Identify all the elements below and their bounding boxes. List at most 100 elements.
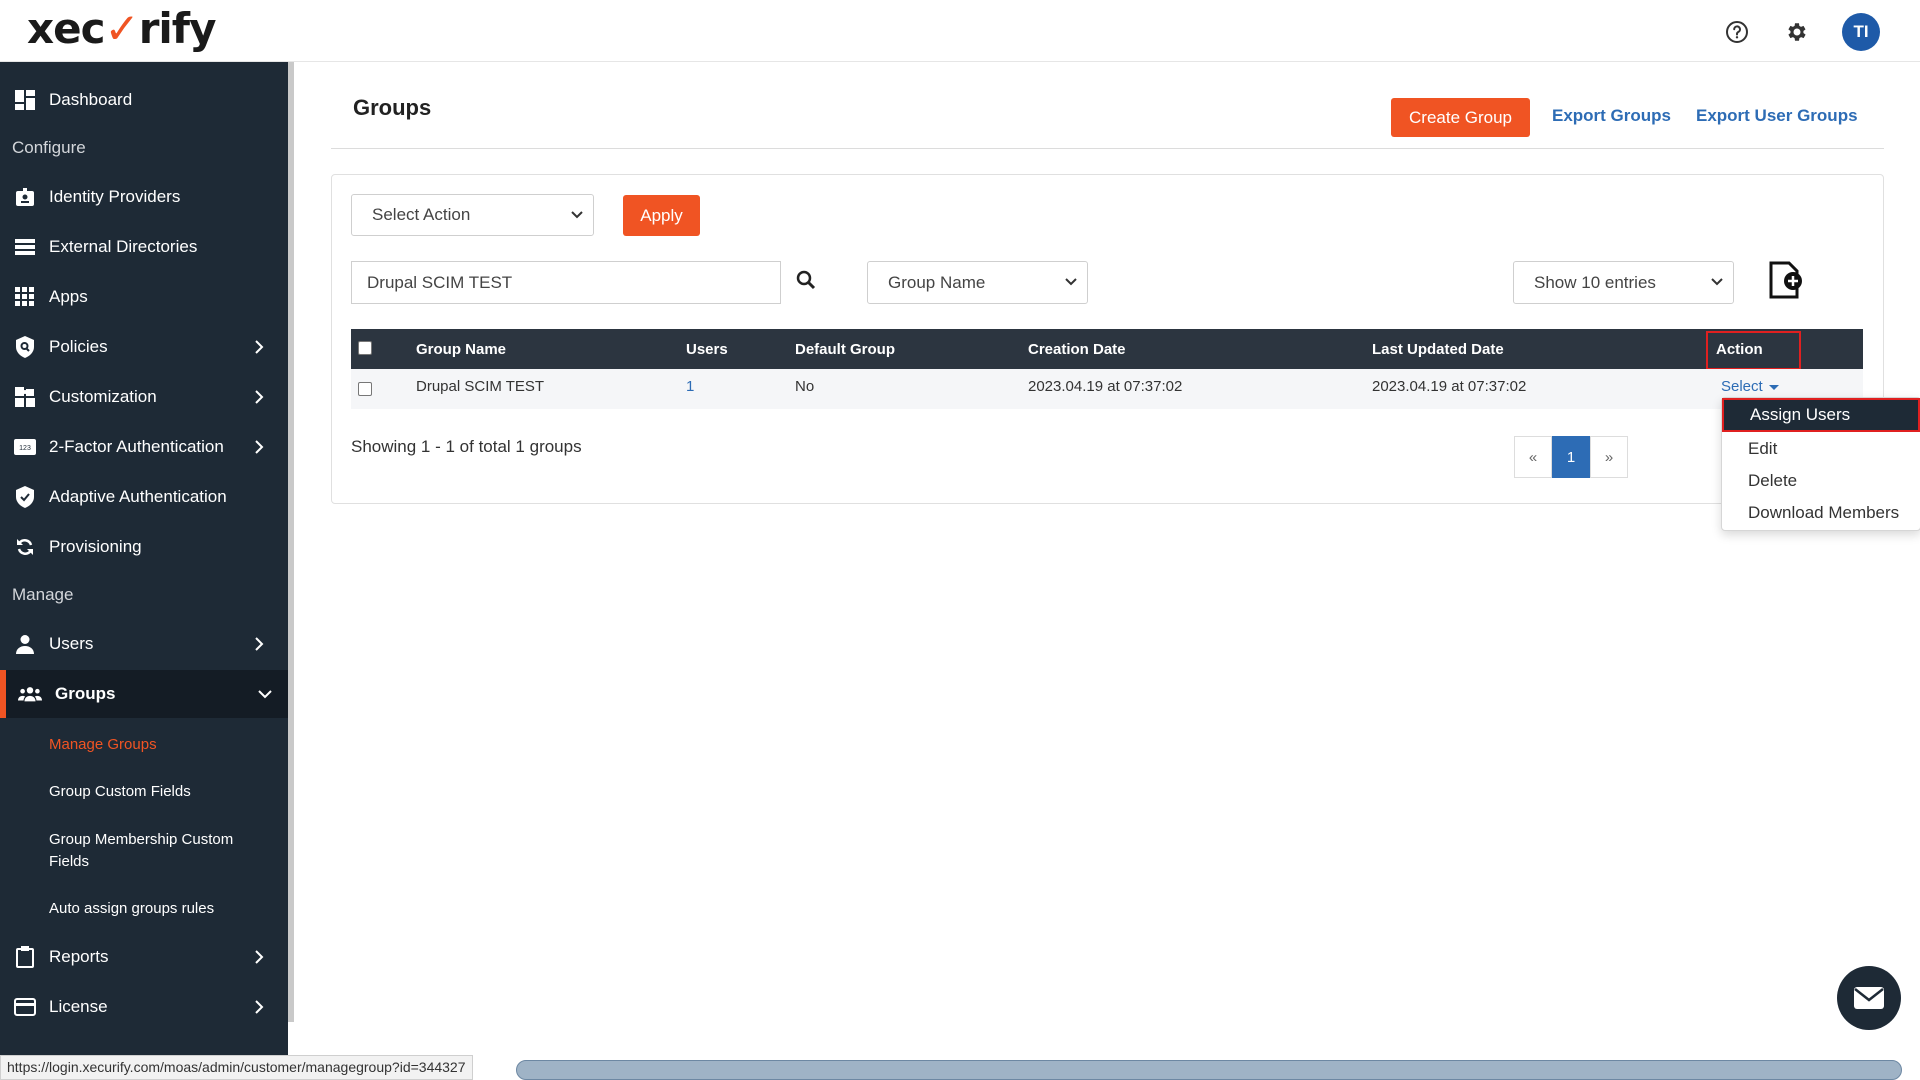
cell-users-link[interactable]: 1 bbox=[686, 378, 694, 395]
dashboard-icon bbox=[13, 88, 37, 112]
cell-default-group: No bbox=[795, 378, 815, 395]
table-row: Drupal SCIM TEST 1 No 2023.04.19 at 07:3… bbox=[351, 369, 1863, 409]
pagination: « 1 » bbox=[1514, 436, 1628, 478]
col-users[interactable]: Users bbox=[686, 341, 728, 358]
main-content: Groups Create Group Export Groups Export… bbox=[294, 62, 1920, 1080]
sync-icon bbox=[13, 535, 37, 559]
sidebar-item-users[interactable]: Users bbox=[0, 620, 288, 668]
sidebar-item-license[interactable]: License bbox=[0, 983, 288, 1031]
action-dropdown-menu: Assign Users Edit Delete Download Member… bbox=[1721, 397, 1920, 531]
chevron-down-icon bbox=[1065, 278, 1077, 286]
cell-group-name: Drupal SCIM TEST bbox=[416, 378, 545, 395]
123-icon: 123 bbox=[13, 435, 37, 459]
sidebar-item-adaptive-auth[interactable]: Adaptive Authentication bbox=[0, 473, 288, 521]
sidebar-item-customization[interactable]: Customization bbox=[0, 373, 288, 421]
col-last-updated-date[interactable]: Last Updated Date bbox=[1372, 341, 1504, 358]
export-user-groups-link[interactable]: Export User Groups bbox=[1696, 106, 1858, 126]
gear-icon[interactable] bbox=[1782, 17, 1812, 47]
sidebar-label: License bbox=[49, 997, 108, 1016]
sidebar-label: Policies bbox=[49, 337, 108, 356]
search-by-value: Group Name bbox=[888, 272, 986, 292]
create-group-button[interactable]: Create Group bbox=[1391, 98, 1530, 137]
sidebar-item-external-directories[interactable]: External Directories bbox=[0, 223, 288, 271]
sidebar-item-reports[interactable]: Reports bbox=[0, 933, 288, 981]
chevron-right-icon bbox=[255, 390, 264, 404]
pagination-next[interactable]: » bbox=[1590, 436, 1628, 478]
sidebar-item-groups[interactable]: Groups bbox=[0, 670, 288, 718]
sidebar-label: Dashboard bbox=[49, 90, 133, 109]
sidebar-item-2fa[interactable]: 123 2-Factor Authentication bbox=[0, 423, 288, 471]
pagination-prev[interactable]: « bbox=[1514, 436, 1552, 478]
row-checkbox[interactable] bbox=[358, 382, 372, 396]
cell-creation-date: 2023.04.19 at 07:37:02 bbox=[1028, 378, 1183, 395]
menu-item-assign-users[interactable]: Assign Users bbox=[1722, 398, 1920, 432]
grid-icon bbox=[13, 285, 37, 309]
chevron-right-icon bbox=[255, 950, 264, 964]
table-header: Group Name Users Default Group Creation … bbox=[351, 329, 1863, 369]
envelope-icon bbox=[1854, 987, 1884, 1009]
menu-item-delete[interactable]: Delete bbox=[1748, 471, 1797, 491]
cell-last-updated-date: 2023.04.19 at 07:37:02 bbox=[1372, 378, 1527, 395]
bulk-action-select[interactable]: Select Action bbox=[351, 194, 594, 236]
search-by-select[interactable]: Group Name bbox=[867, 261, 1088, 304]
sidebar-label: Adaptive Authentication bbox=[49, 487, 227, 506]
logo-text-left: xec bbox=[27, 4, 105, 53]
sidebar-item-identity-providers[interactable]: Identity Providers bbox=[0, 173, 288, 221]
shield-check-icon bbox=[13, 485, 37, 509]
sidebar-subitem-group-custom-fields[interactable]: Group Custom Fields bbox=[49, 781, 269, 803]
sidebar-item-apps[interactable]: Apps bbox=[0, 273, 288, 321]
sidebar-item-policies[interactable]: Policies bbox=[0, 323, 288, 371]
row-action-select[interactable]: Select bbox=[1721, 378, 1779, 395]
sidebar-label: Users bbox=[49, 634, 94, 653]
showing-summary: Showing 1 - 1 of total 1 groups bbox=[351, 437, 582, 456]
id-badge-icon bbox=[13, 185, 37, 209]
clipboard-icon bbox=[13, 945, 37, 969]
sidebar-label: Provisioning bbox=[49, 537, 142, 556]
sidebar-label: Apps bbox=[49, 287, 88, 306]
sidebar-label: Reports bbox=[49, 947, 109, 966]
logo-text-right: rify bbox=[138, 4, 217, 53]
sidebar-label: Identity Providers bbox=[49, 187, 181, 206]
search-icon[interactable] bbox=[796, 270, 816, 295]
sidebar-item-provisioning[interactable]: Provisioning bbox=[0, 523, 288, 571]
section-configure: Configure bbox=[12, 138, 86, 157]
menu-item-edit[interactable]: Edit bbox=[1748, 439, 1777, 459]
apply-button[interactable]: Apply bbox=[623, 195, 700, 236]
sidebar-subitem-auto-assign-rules[interactable]: Auto assign groups rules bbox=[49, 898, 269, 920]
title-divider bbox=[331, 148, 1884, 149]
col-creation-date[interactable]: Creation Date bbox=[1028, 341, 1126, 358]
shield-search-icon bbox=[13, 335, 37, 359]
page-size-select[interactable]: Show 10 entries bbox=[1513, 261, 1734, 304]
sidebar-subitem-group-membership-custom-fields[interactable]: Group Membership Custom Fields bbox=[49, 829, 269, 873]
svg-text:123: 123 bbox=[19, 445, 31, 452]
action-header-highlight bbox=[1706, 331, 1801, 370]
top-bar: xec✓rify TI bbox=[0, 0, 1920, 62]
search-input-value: Drupal SCIM TEST bbox=[367, 272, 513, 292]
select-all-checkbox[interactable] bbox=[358, 341, 372, 355]
sidebar-label: Groups bbox=[55, 684, 116, 703]
chevron-down-icon bbox=[258, 690, 272, 699]
card-icon bbox=[13, 995, 37, 1019]
menu-item-download-members[interactable]: Download Members bbox=[1748, 503, 1899, 523]
bulk-action-value: Select Action bbox=[372, 205, 471, 224]
help-icon[interactable] bbox=[1722, 17, 1752, 47]
xecurify-logo[interactable]: xec✓rify bbox=[27, 4, 217, 53]
puzzle-icon bbox=[13, 385, 37, 409]
mail-fab-button[interactable] bbox=[1837, 966, 1901, 1030]
search-input[interactable]: Drupal SCIM TEST bbox=[351, 261, 781, 304]
pagination-page-1[interactable]: 1 bbox=[1552, 436, 1590, 478]
sidebar-subitem-manage-groups[interactable]: Manage Groups bbox=[49, 734, 269, 756]
chevron-right-icon bbox=[255, 637, 264, 651]
horizontal-scrollbar[interactable] bbox=[516, 1060, 1902, 1080]
section-manage: Manage bbox=[12, 585, 74, 604]
add-file-icon[interactable] bbox=[1768, 261, 1804, 306]
user-avatar[interactable]: TI bbox=[1842, 13, 1880, 51]
col-group-name[interactable]: Group Name bbox=[416, 341, 506, 358]
chevron-down-icon bbox=[571, 211, 583, 219]
col-default-group[interactable]: Default Group bbox=[795, 341, 895, 358]
export-groups-link[interactable]: Export Groups bbox=[1552, 106, 1671, 126]
sidebar-item-dashboard[interactable]: Dashboard bbox=[0, 76, 288, 124]
chevron-down-icon bbox=[1711, 278, 1723, 286]
list-icon bbox=[13, 235, 37, 259]
chevron-right-icon bbox=[255, 340, 264, 354]
